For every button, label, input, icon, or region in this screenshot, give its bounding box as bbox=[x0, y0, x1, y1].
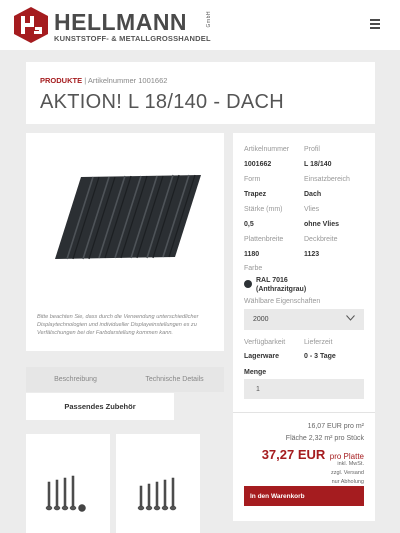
product-details-card: Artikelnummer 1001662 Profil L 18/140 Fo… bbox=[233, 133, 375, 521]
spec-label: Vlies bbox=[304, 206, 320, 213]
area-per-piece: Fläche 2,32 m² pro Stück bbox=[285, 435, 364, 442]
tab-accessories[interactable]: Passendes Zubehör bbox=[26, 393, 174, 420]
spec-profile: Profil L 18/140 bbox=[304, 146, 332, 168]
brand-tagline: KUNSTSTOFF- & METALLGROSSHANDEL bbox=[54, 34, 211, 43]
spec-article-number: Artikelnummer 1001662 bbox=[244, 146, 289, 168]
breadcrumb-separator: | bbox=[84, 76, 87, 85]
tab-technical-details[interactable]: Technische Details bbox=[125, 367, 224, 392]
availability-value: Lagerware bbox=[244, 353, 280, 360]
hamburger-menu-icon[interactable] bbox=[370, 19, 380, 29]
spec-fleece: Vlies ohne Vlies bbox=[304, 206, 339, 228]
trapezoidal-sheet-image[interactable] bbox=[53, 171, 203, 261]
shipping-note: zzgl. Versand bbox=[330, 470, 364, 476]
unit-price: 16,07 EUR pro m² bbox=[307, 423, 364, 430]
properties-select[interactable]: 2000 bbox=[244, 309, 364, 330]
spec-label: Profil bbox=[304, 146, 320, 153]
spec-label: Deckbreite bbox=[304, 236, 338, 243]
tab-description[interactable]: Beschreibung bbox=[26, 367, 125, 392]
breadcrumb-category[interactable]: PRODUKTE bbox=[40, 76, 82, 85]
spec-value: Dach bbox=[304, 191, 322, 198]
tax-note: inkl. MwSt. zzgl. Versand nur Abholung bbox=[331, 460, 364, 487]
color-swatch bbox=[244, 280, 252, 288]
accessory-card[interactable] bbox=[26, 434, 110, 533]
spec-value: 1123 bbox=[304, 251, 320, 258]
breadcrumb: PRODUKTE | Artikelnummer 1001662 bbox=[40, 76, 361, 85]
spec-label: Artikelnummer bbox=[244, 146, 290, 153]
spec-cover-width: Deckbreite 1123 bbox=[304, 236, 337, 258]
divider bbox=[233, 412, 375, 413]
quantity-input[interactable] bbox=[244, 379, 364, 399]
company-logo[interactable]: HELLMANN GmbH KUNSTSTOFF- & METALLGROSSH… bbox=[14, 7, 274, 43]
spec-label: Plattenbreite bbox=[244, 236, 284, 243]
screws-image bbox=[45, 475, 86, 512]
chevron-down-icon bbox=[346, 315, 355, 321]
spec-label: Form bbox=[244, 176, 261, 183]
product-tabs: Beschreibung Technische Details bbox=[26, 367, 224, 392]
spec-application: Einsatzbereich Dach bbox=[304, 176, 350, 198]
spec-value: 1001662 bbox=[244, 161, 272, 168]
spec-value: ohne Vlies bbox=[304, 221, 340, 228]
color-name: (Anthrazitgrau) bbox=[256, 286, 307, 293]
total-price-amount: 37,27 EUR bbox=[261, 447, 326, 462]
spec-value: 0,5 bbox=[244, 221, 254, 228]
spec-value: Trapez bbox=[244, 191, 267, 198]
site-header: HELLMANN GmbH KUNSTSTOFF- & METALLGROSSH… bbox=[0, 0, 400, 50]
delivery-time-label: Lieferzeit bbox=[304, 339, 333, 346]
screws-image bbox=[137, 477, 177, 511]
tax-included: inkl. MwSt. bbox=[337, 461, 364, 467]
page-title: AKTION! L 18/140 - DACH bbox=[40, 91, 285, 113]
availability: Verfügbarkeit Lagerware bbox=[244, 339, 285, 360]
color-code: RAL 7016 bbox=[256, 277, 288, 284]
delivery-time-value: 0 - 3 Tage bbox=[304, 353, 336, 360]
quantity-label: Menge bbox=[244, 369, 267, 376]
product-image-card: Bitte beachten Sie, dass durch die Verwe… bbox=[26, 133, 224, 351]
spec-sheet-width: Plattenbreite 1180 bbox=[244, 236, 283, 258]
properties-label: Wählbare Eigenschaften bbox=[244, 298, 321, 305]
color-label: Farbe bbox=[244, 265, 263, 272]
spec-label: Stärke (mm) bbox=[244, 206, 283, 213]
properties-selected-value: 2000 bbox=[253, 316, 269, 323]
spec-form: Form Trapez bbox=[244, 176, 266, 198]
spec-value: L 18/140 bbox=[304, 161, 332, 168]
color-value: RAL 7016 (Anthrazitgrau) bbox=[256, 276, 306, 294]
brand-name: HELLMANN bbox=[54, 9, 188, 35]
breadcrumb-article-number: Artikelnummer 1001662 bbox=[87, 76, 168, 85]
spec-value: 1180 bbox=[244, 251, 260, 258]
spec-thickness: Stärke (mm) 0,5 bbox=[244, 206, 283, 228]
accessory-card[interactable] bbox=[116, 434, 200, 533]
hellmann-logo-mark-icon bbox=[14, 7, 48, 43]
color-disclaimer-note: Bitte beachten Sie, dass durch die Verwe… bbox=[37, 314, 199, 336]
spec-label: Einsatzbereich bbox=[304, 176, 350, 183]
availability-label: Verfügbarkeit bbox=[244, 339, 286, 346]
brand-suffix: GmbH bbox=[206, 11, 212, 28]
delivery-time: Lieferzeit 0 - 3 Tage bbox=[304, 339, 336, 360]
product-title-card: PRODUKTE | Artikelnummer 1001662 AKTION!… bbox=[26, 62, 375, 124]
add-to-cart-button[interactable]: In den Warenkorb bbox=[244, 486, 364, 506]
